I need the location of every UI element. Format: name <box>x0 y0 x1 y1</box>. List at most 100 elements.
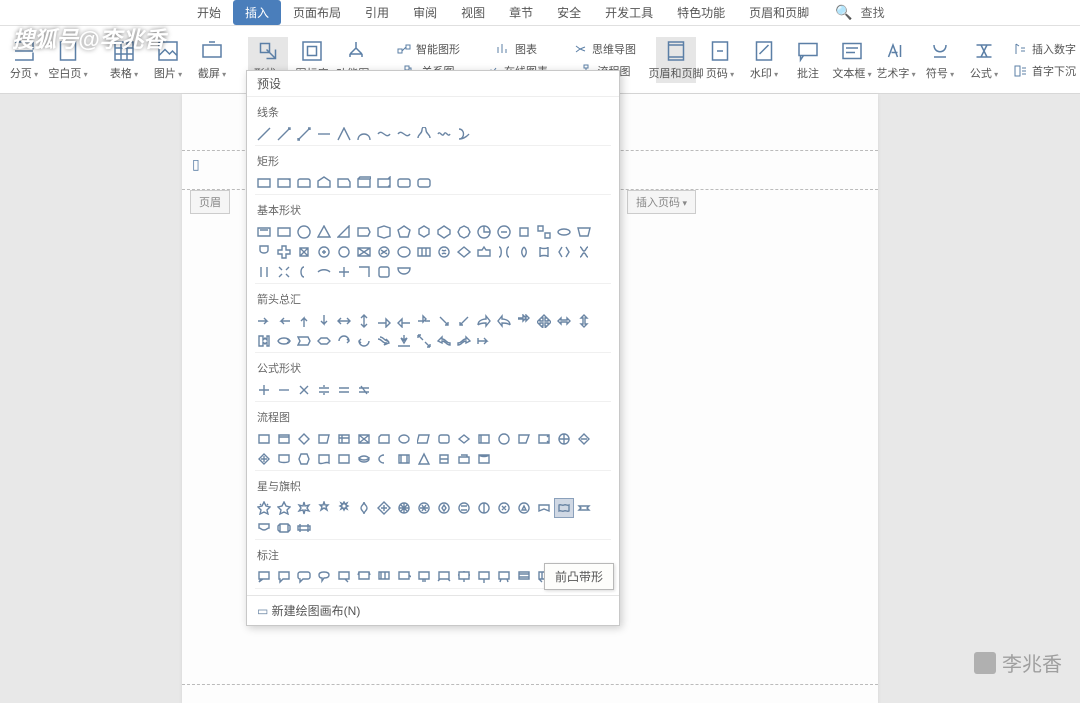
ribbon-watermark[interactable]: 水印 <box>744 37 784 83</box>
shape-2-0[interactable] <box>255 223 273 241</box>
new-canvas-button[interactable]: 新建绘图画布(N) <box>247 595 619 625</box>
shape-7-11[interactable] <box>475 568 493 586</box>
shape-3-24[interactable] <box>395 332 413 350</box>
shape-5-15[interactable] <box>555 430 573 448</box>
shape-3-2[interactable] <box>295 312 313 330</box>
shape-7-12[interactable] <box>495 568 513 586</box>
shape-3-9[interactable] <box>435 312 453 330</box>
shape-2-13[interactable] <box>515 223 533 241</box>
shape-2-11[interactable] <box>475 223 493 241</box>
shape-5-11[interactable] <box>475 430 493 448</box>
shape-3-11[interactable] <box>475 312 493 330</box>
shape-3-14[interactable] <box>535 312 553 330</box>
shape-3-25[interactable] <box>415 332 433 350</box>
shape-5-16[interactable] <box>575 430 593 448</box>
ribbon-textbox[interactable]: 文本框 <box>832 37 872 83</box>
shape-2-20[interactable] <box>315 243 333 261</box>
shape-2-22[interactable] <box>355 243 373 261</box>
shape-5-9[interactable] <box>435 430 453 448</box>
tab-8[interactable]: 开发工具 <box>593 0 665 25</box>
shape-5-21[interactable] <box>335 450 353 468</box>
shape-2-27[interactable] <box>455 243 473 261</box>
shape-5-8[interactable] <box>415 430 433 448</box>
shape-5-12[interactable] <box>495 430 513 448</box>
search-icon[interactable]: 🔍 <box>835 4 852 21</box>
shape-3-17[interactable] <box>255 332 273 350</box>
shape-0-9[interactable] <box>435 125 453 143</box>
shape-6-9[interactable] <box>435 499 453 517</box>
shape-0-8[interactable] <box>415 125 433 143</box>
tab-3[interactable]: 引用 <box>353 0 401 25</box>
shape-5-18[interactable] <box>275 450 293 468</box>
shape-4-2[interactable] <box>295 381 313 399</box>
shape-5-26[interactable] <box>435 450 453 468</box>
shape-7-1[interactable] <box>275 568 293 586</box>
shape-5-6[interactable] <box>375 430 393 448</box>
shape-3-16[interactable] <box>575 312 593 330</box>
shape-5-24[interactable] <box>395 450 413 468</box>
shape-2-3[interactable] <box>315 223 333 241</box>
shape-2-16[interactable] <box>575 223 593 241</box>
shape-6-6[interactable] <box>375 499 393 517</box>
shape-7-9[interactable] <box>435 568 453 586</box>
search-label[interactable]: 查找 <box>861 4 885 21</box>
shape-5-5[interactable] <box>355 430 373 448</box>
shape-3-1[interactable] <box>275 312 293 330</box>
shape-3-23[interactable] <box>375 332 393 350</box>
shape-5-20[interactable] <box>315 450 333 468</box>
shape-3-28[interactable] <box>475 332 493 350</box>
shape-2-14[interactable] <box>535 223 553 241</box>
footer-edit-area[interactable] <box>182 684 878 685</box>
shape-3-5[interactable] <box>355 312 373 330</box>
ribbon-header-footer[interactable]: 页眉和页脚 <box>656 37 696 83</box>
shape-2-33[interactable] <box>575 243 593 261</box>
shape-0-5[interactable] <box>355 125 373 143</box>
shape-0-4[interactable] <box>335 125 353 143</box>
shape-5-13[interactable] <box>515 430 533 448</box>
shape-6-10[interactable] <box>455 499 473 517</box>
shape-3-27[interactable] <box>455 332 473 350</box>
tab-4[interactable]: 审阅 <box>401 0 449 25</box>
shape-6-13[interactable] <box>515 499 533 517</box>
shape-2-21[interactable] <box>335 243 353 261</box>
shape-3-20[interactable] <box>315 332 333 350</box>
shape-7-0[interactable] <box>255 568 273 586</box>
shape-4-1[interactable] <box>275 381 293 399</box>
shape-2-10[interactable] <box>455 223 473 241</box>
shape-6-8[interactable] <box>415 499 433 517</box>
ribbon-chart[interactable]: 图表 <box>480 39 552 59</box>
shape-6-12[interactable] <box>495 499 513 517</box>
shape-5-0[interactable] <box>255 430 273 448</box>
shape-2-23[interactable] <box>375 243 393 261</box>
shape-7-8[interactable] <box>415 568 433 586</box>
shape-5-28[interactable] <box>475 450 493 468</box>
shape-7-7[interactable] <box>395 568 413 586</box>
shape-7-2[interactable] <box>295 568 313 586</box>
shape-2-35[interactable] <box>275 263 293 281</box>
shape-4-0[interactable] <box>255 381 273 399</box>
ribbon-mindmap[interactable]: 思维导图 <box>568 39 640 59</box>
shape-6-3[interactable] <box>315 499 333 517</box>
shape-5-19[interactable] <box>295 450 313 468</box>
shape-5-1[interactable] <box>275 430 293 448</box>
ribbon-symbol[interactable]: 符号 <box>920 37 960 83</box>
shape-2-38[interactable] <box>335 263 353 281</box>
shape-2-5[interactable] <box>355 223 373 241</box>
shape-4-5[interactable] <box>355 381 373 399</box>
shape-0-2[interactable] <box>295 125 313 143</box>
shape-3-3[interactable] <box>315 312 333 330</box>
shape-1-8[interactable] <box>415 174 433 192</box>
shape-5-4[interactable] <box>335 430 353 448</box>
ribbon-comment[interactable]: 批注 <box>788 37 828 83</box>
shape-7-4[interactable] <box>335 568 353 586</box>
shape-2-9[interactable] <box>435 223 453 241</box>
shape-2-30[interactable] <box>515 243 533 261</box>
shape-5-14[interactable] <box>535 430 553 448</box>
shape-2-24[interactable] <box>395 243 413 261</box>
shape-6-17[interactable] <box>255 519 273 537</box>
shape-5-3[interactable] <box>315 430 333 448</box>
shape-2-39[interactable] <box>355 263 373 281</box>
shape-6-4[interactable] <box>335 499 353 517</box>
shape-1-6[interactable] <box>375 174 393 192</box>
tab-7[interactable]: 安全 <box>545 0 593 25</box>
